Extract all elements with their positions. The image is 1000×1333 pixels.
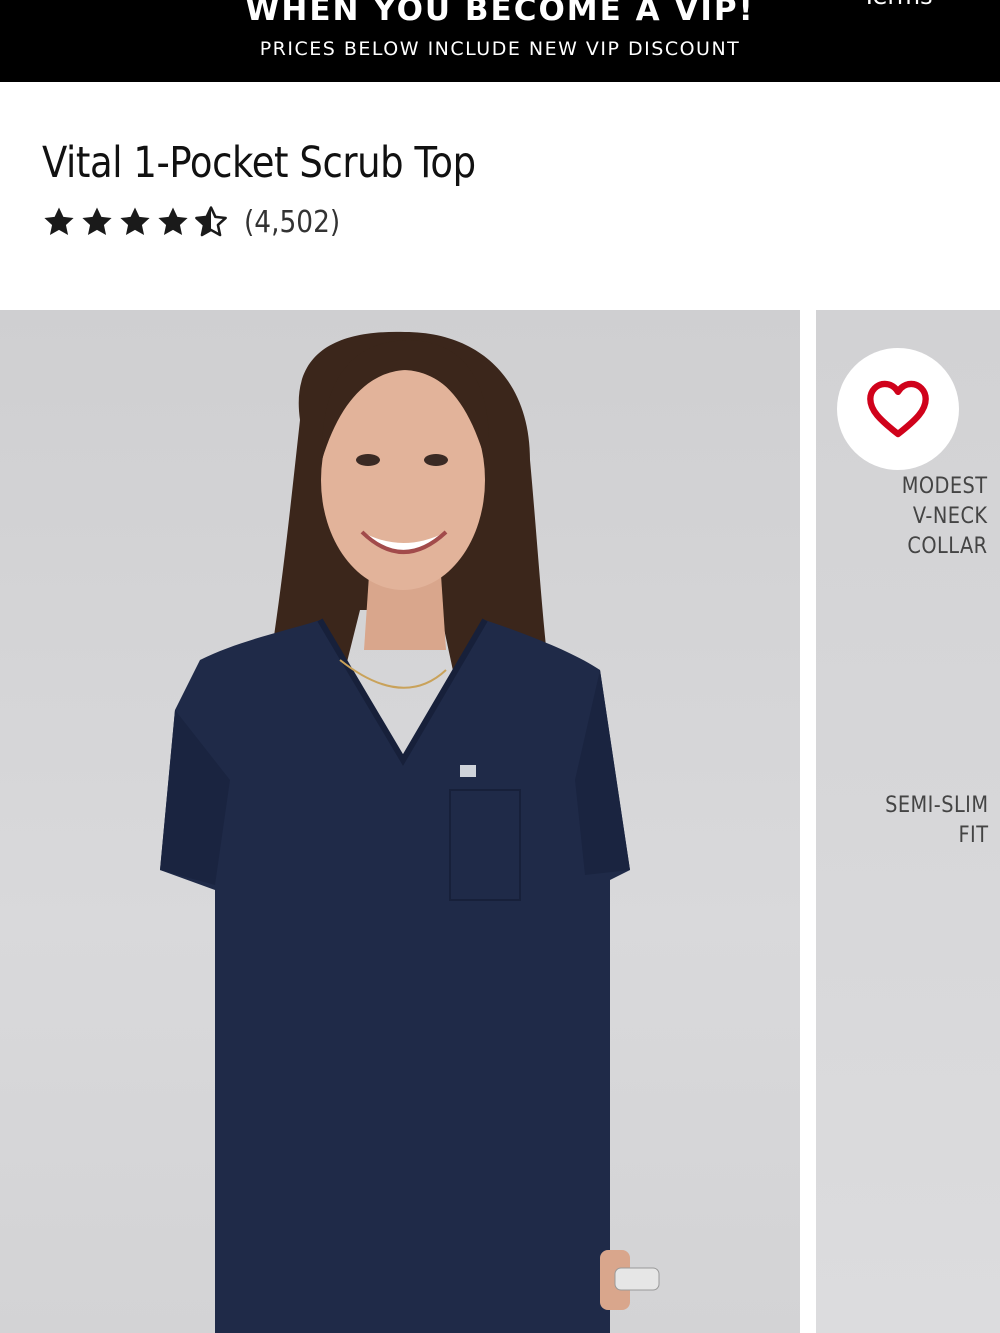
product-title: Vital 1-Pocket Scrub Top (42, 138, 476, 188)
feature-line: FIT (957, 823, 988, 848)
product-rating[interactable]: (4,502) (42, 202, 353, 242)
feature-callout-fit: SEMI-SLIM FIT (885, 791, 988, 851)
promo-headline: WHEN YOU BECOME A VIP! (245, 0, 755, 28)
star-icon (120, 207, 150, 236)
rating-stars (42, 205, 228, 239)
heart-icon (867, 380, 929, 438)
feature-line: V-NECK (913, 504, 988, 529)
review-count[interactable]: (4,502) (244, 205, 340, 240)
half-star-icon (195, 206, 227, 237)
star-icon (82, 207, 112, 236)
star-icon (44, 207, 74, 236)
feature-line: COLLAR (907, 534, 988, 559)
feature-line: MODEST (902, 474, 988, 499)
feature-callout-collar: MODEST V-NECK COLLAR (902, 472, 988, 562)
favorite-button[interactable] (837, 348, 959, 470)
star-icon (158, 207, 188, 236)
promo-banner[interactable]: WHEN YOU BECOME A VIP! PRICES BELOW INCL… (0, 0, 1000, 82)
promo-subline: PRICES BELOW INCLUDE NEW VIP DISCOUNT (259, 38, 741, 60)
feature-line: SEMI-SLIM (884, 793, 988, 818)
terms-link[interactable]: Terms (862, 0, 933, 10)
product-main-image[interactable] (0, 310, 800, 1333)
model-photo (160, 331, 660, 1333)
